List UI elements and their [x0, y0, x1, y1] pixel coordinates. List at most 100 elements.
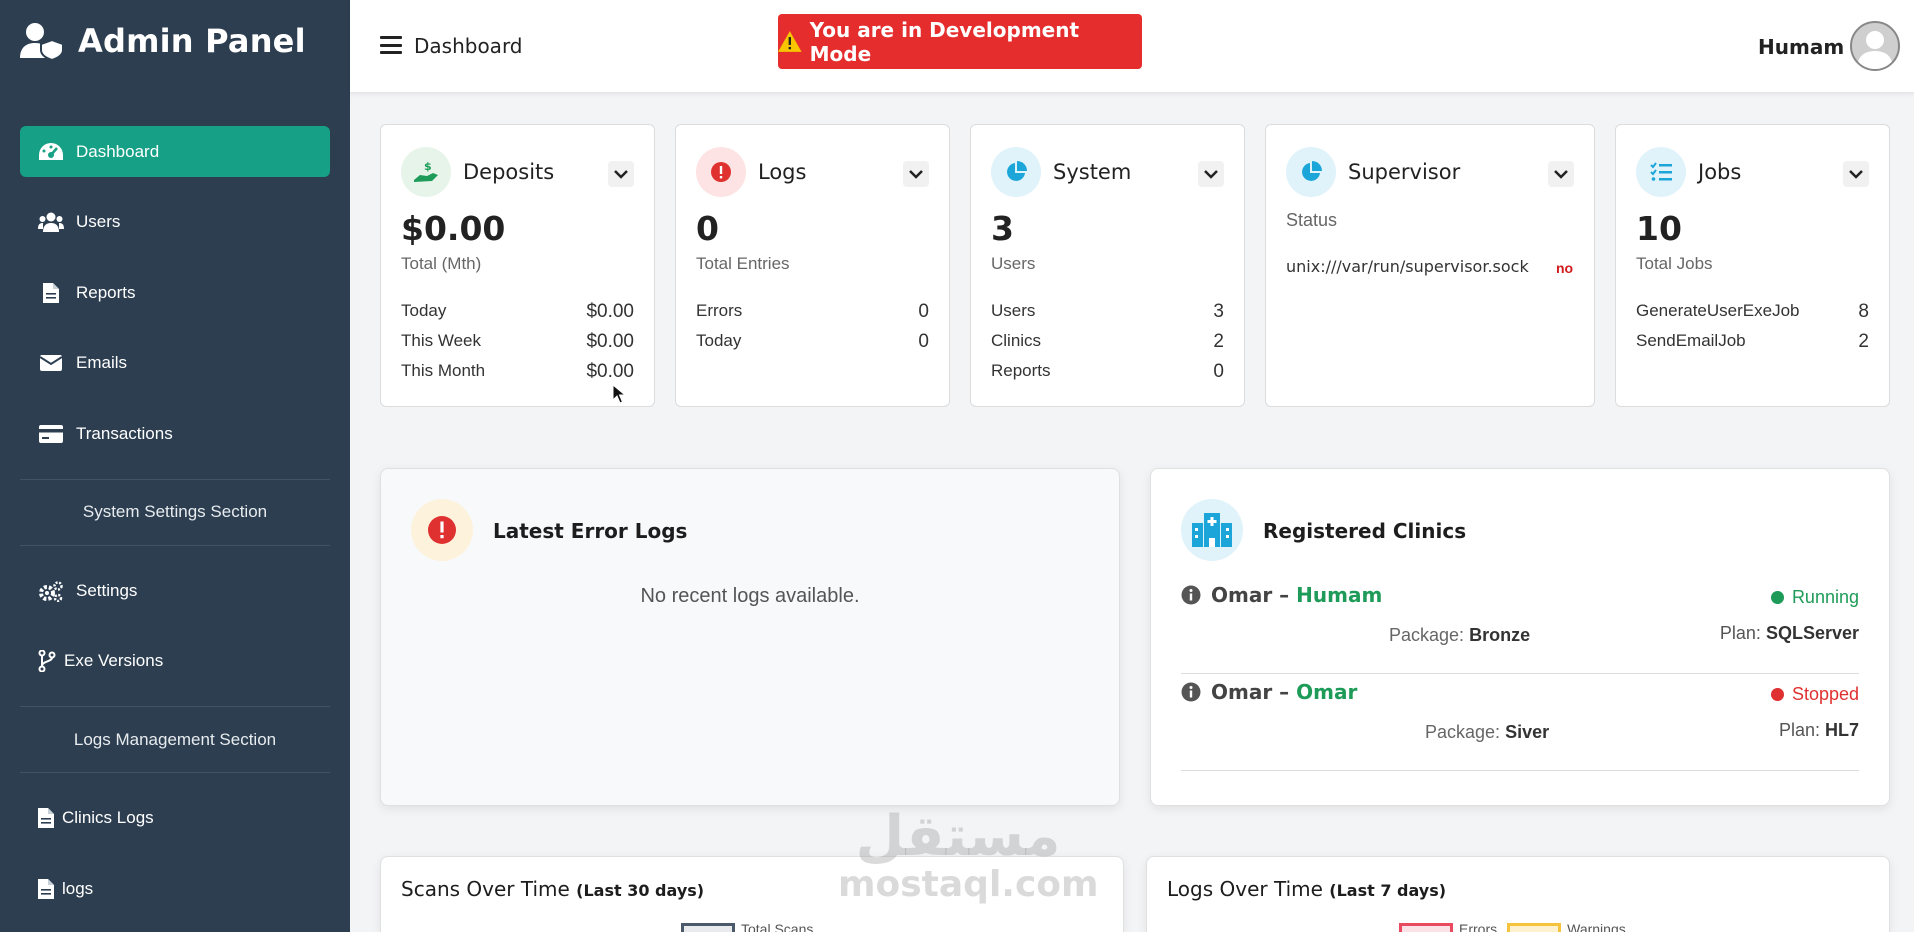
envelope-icon [40, 355, 62, 371]
sidebar-item-settings[interactable]: Settings [20, 565, 330, 616]
brand[interactable]: Admin Panel [20, 22, 306, 60]
avatar[interactable] [1850, 21, 1900, 71]
sidebar-item-reports[interactable]: Reports [20, 267, 330, 318]
system-settings-section: System Settings Section [20, 478, 330, 546]
sidebar-item-label: Dashboard [76, 141, 160, 161]
exclamation-circle-icon [696, 147, 746, 197]
topbar: Dashboard You are in Development Mode Hu… [350, 0, 1914, 93]
card-row: SendEmailJob 2 [1636, 331, 1869, 352]
clinics-icon-wrap [1181, 499, 1243, 561]
chart-title: Logs Over Time (Last 7 days) [1167, 877, 1447, 901]
clinic-package: Package: Siver [1425, 722, 1550, 742]
sidebar-nav: Dashboard Users Reports Emails Transacti… [20, 126, 330, 932]
sidebar-item-label: Emails [76, 353, 128, 372]
card-row: This Month $0.00 [401, 361, 634, 382]
system-card: System 3 Users Users 3 Clinics 2 Reports 0 [970, 124, 1245, 407]
hamburger-menu-icon[interactable] [380, 36, 402, 54]
clinic-package: Package: Bronze [1389, 625, 1531, 645]
card-row: Today 0 [696, 331, 929, 352]
registered-clinics-panel: Registered Clinics Omar – Humam Running … [1150, 468, 1890, 806]
pie-chart-icon [1286, 147, 1336, 197]
chevron-down-icon[interactable] [903, 161, 929, 187]
clinic-name: Omar [1296, 680, 1358, 704]
card-title: Supervisor [1348, 160, 1461, 184]
info-icon [1181, 682, 1201, 702]
card-row: Errors 0 [696, 301, 929, 322]
card-value: $0.00 [401, 209, 506, 248]
card-subtitle: Users [991, 254, 1036, 273]
card-subtitle: Total Entries [696, 254, 790, 273]
panel-title: Latest Error Logs [493, 519, 688, 543]
divider [1181, 673, 1859, 674]
sidebar: Admin Panel Dashboard Users Reports Emai… [0, 0, 350, 932]
chevron-down-icon[interactable] [1198, 161, 1224, 187]
chart-legend: Total Scans [681, 921, 813, 932]
chevron-down-icon[interactable] [1548, 161, 1574, 187]
exclamation-circle-icon [428, 516, 456, 544]
pie-chart-icon [991, 147, 1041, 197]
dev-mode-banner: You are in Development Mode [778, 14, 1142, 69]
user-shield-icon [20, 23, 64, 60]
status-badge: Stopped [1770, 684, 1859, 705]
card-row: This Week $0.00 [401, 331, 634, 352]
task-list-icon [1636, 147, 1686, 197]
supervisor-status-label: Status [1286, 210, 1338, 230]
card-row: Clinics 2 [991, 331, 1224, 352]
file-icon [38, 878, 54, 899]
card-title: Deposits [463, 160, 555, 184]
svg-text:$: $ [424, 160, 432, 173]
status-badge: Running [1770, 587, 1859, 608]
hospital-icon [1192, 513, 1232, 547]
sidebar-item-transactions[interactable]: Transactions [20, 408, 330, 459]
watermark: مستقل mostaql.com [838, 804, 1099, 905]
file-icon [38, 808, 54, 828]
supervisor-state: no [1556, 260, 1574, 276]
logs-over-time-panel: Logs Over Time (Last 7 days) Errors Warn… [1146, 856, 1890, 932]
sidebar-item-label: Users [76, 212, 121, 231]
supervisor-socket: unix:///var/run/supervisor.sock [1286, 257, 1529, 276]
clinic-item[interactable]: Omar – Humam Running Package: Bronze Pla… [1181, 583, 1859, 675]
breadcrumb: Dashboard [414, 34, 523, 58]
credit-card-icon [39, 424, 63, 443]
chart-title: Scans Over Time (Last 30 days) [401, 877, 705, 901]
sidebar-item-exe-versions[interactable]: Exe Versions [20, 636, 330, 687]
sidebar-item-users[interactable]: Users [20, 197, 330, 248]
card-value: 3 [991, 209, 1014, 248]
supervisor-card: Supervisor Status unix:///var/run/superv… [1265, 124, 1595, 407]
card-subtitle: Total (Mth) [401, 254, 482, 273]
panel-title: Registered Clinics [1263, 519, 1467, 543]
latest-error-logs-panel: Latest Error Logs No recent logs availab… [380, 468, 1120, 806]
status-dot [1770, 591, 1784, 604]
card-title: Logs [758, 160, 807, 184]
sidebar-item-emails[interactable]: Emails [20, 338, 330, 389]
error-logs-icon-wrap [411, 499, 473, 561]
legend-swatch [681, 923, 735, 932]
hand-dollar-icon: $ [401, 147, 451, 197]
status-dot [1770, 688, 1784, 701]
users-icon [38, 212, 64, 232]
info-icon [1181, 585, 1201, 605]
divider [1181, 770, 1859, 771]
empty-logs-message: No recent logs available. [640, 585, 860, 607]
sidebar-item-dashboard[interactable]: Dashboard [20, 126, 330, 177]
file-icon [43, 282, 59, 303]
sidebar-item-clinics-logs[interactable]: Clinics Logs [20, 793, 330, 844]
user-name[interactable]: Humam [1758, 35, 1844, 59]
chevron-down-icon[interactable] [608, 161, 634, 187]
clinic-owner: Omar [1211, 583, 1273, 607]
card-row: GenerateUserExeJob 8 [1636, 301, 1869, 322]
clinic-item[interactable]: Omar – Omar Stopped Package: Siver Plan:… [1181, 680, 1859, 772]
sidebar-item-label: Reports [76, 282, 136, 302]
sidebar-item-logs[interactable]: logs [20, 863, 330, 914]
sidebar-item-label: Settings [76, 580, 138, 600]
sidebar-item-label: Clinics Logs [62, 808, 154, 827]
gauge-icon [39, 142, 63, 160]
card-value: 10 [1636, 209, 1682, 248]
clinic-name: Humam [1296, 583, 1383, 607]
dev-mode-text: You are in Development Mode [809, 17, 1080, 66]
card-title: Jobs [1698, 160, 1742, 184]
sidebar-item-label: Exe Versions [64, 651, 164, 670]
card-value: 0 [696, 209, 719, 248]
chevron-down-icon[interactable] [1843, 161, 1869, 187]
card-row: Users 3 [991, 301, 1224, 322]
